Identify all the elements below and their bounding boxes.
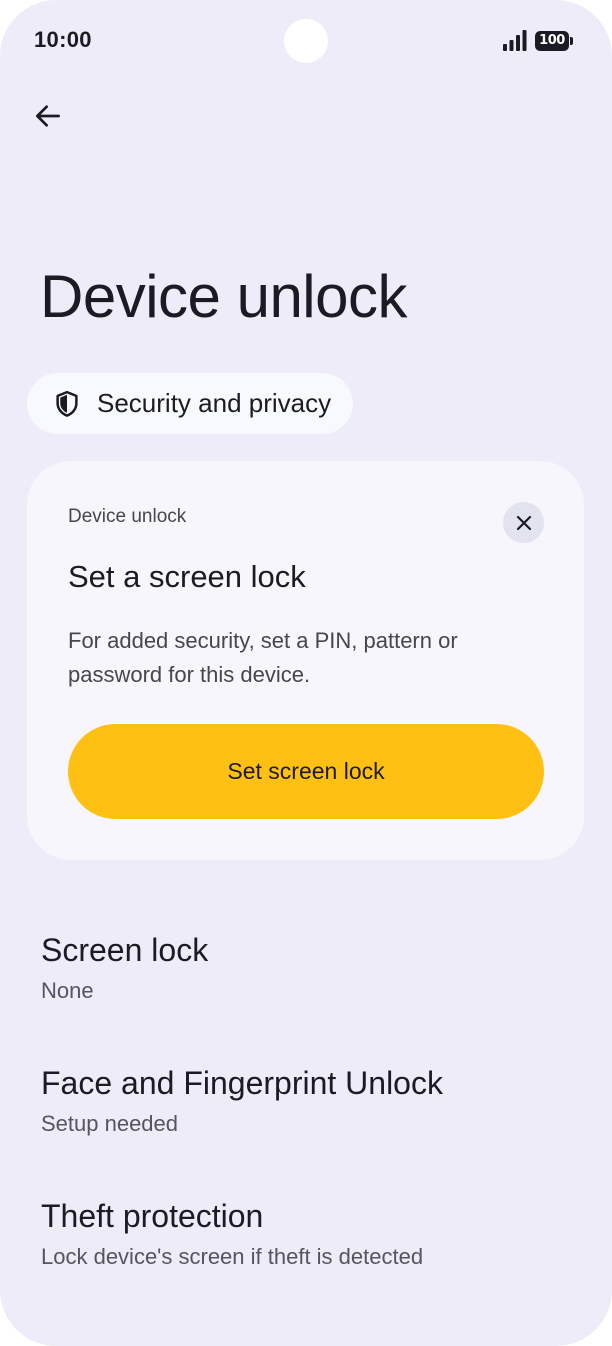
phone-screen: 10:00 100 Device unlock Security and pri… — [0, 0, 612, 1346]
back-button[interactable] — [26, 94, 70, 138]
camera-cutout — [284, 19, 328, 63]
card-kicker: Device unlock — [68, 506, 187, 527]
status-bar: 10:00 100 — [0, 0, 612, 82]
settings-item-theft-protection[interactable]: Theft protection Lock device's screen if… — [0, 1186, 612, 1306]
settings-item-screen-lock[interactable]: Screen lock None — [0, 920, 612, 1040]
arrow-back-icon — [36, 105, 60, 127]
shield-icon — [51, 388, 83, 420]
settings-item-summary: Lock device's screen if theft is detecte… — [41, 1244, 424, 1269]
card-title: Set a screen lock — [68, 559, 306, 594]
set-screen-lock-card: Device unlock Set a screen lock For adde… — [27, 461, 584, 860]
settings-item-title: Theft protection — [41, 1198, 264, 1234]
card-body: For added security, set a PIN, pattern o… — [68, 628, 458, 687]
settings-item-summary: None — [41, 978, 94, 1003]
settings-item-summary: Setup needed — [41, 1111, 179, 1136]
breadcrumb-chip-security-and-privacy[interactable]: Security and privacy — [27, 373, 354, 434]
dismiss-card-button[interactable] — [503, 502, 544, 543]
settings-item-title: Screen lock — [41, 932, 209, 968]
breadcrumb-label: Security and privacy — [97, 388, 332, 418]
set-screen-lock-button[interactable]: Set screen lock — [68, 724, 544, 819]
settings-item-title: Face and Fingerprint Unlock — [41, 1065, 443, 1101]
status-time: 10:00 — [34, 27, 92, 52]
signal-icon — [503, 30, 527, 51]
close-icon — [516, 515, 531, 530]
battery-level: 100 — [539, 33, 565, 48]
battery-icon: 100 — [535, 31, 573, 51]
page-title: Device unlock — [40, 263, 408, 330]
battery-tip — [570, 37, 573, 45]
settings-item-face-and-fingerprint-unlock[interactable]: Face and Fingerprint Unlock Setup needed — [0, 1053, 612, 1173]
